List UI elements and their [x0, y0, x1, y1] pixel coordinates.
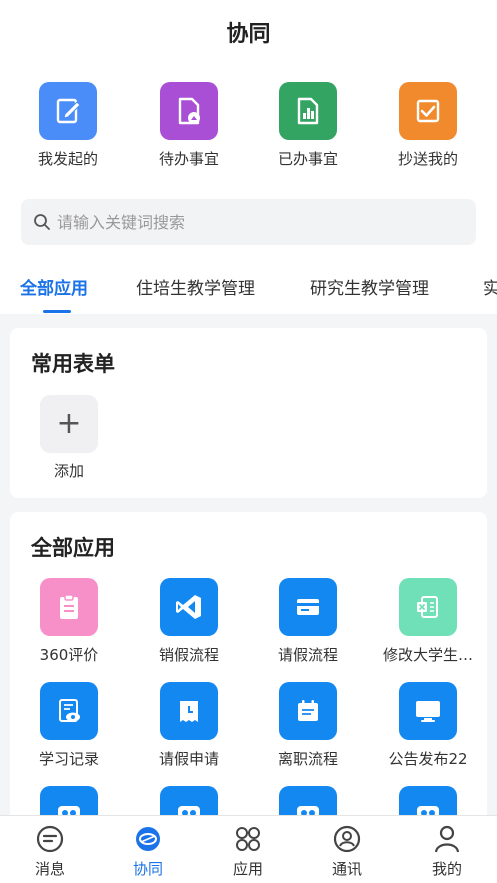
app-360-evaluation[interactable]: 360评价 [14, 578, 124, 665]
nav-profile[interactable]: 我的 [407, 824, 487, 879]
plus-icon: + [56, 406, 82, 441]
app-label: 修改大学生… [382, 646, 473, 664]
clipboard-icon [40, 578, 98, 636]
search-icon [34, 214, 50, 230]
chart-doc-icon [279, 82, 337, 140]
search-input[interactable] [57, 212, 457, 232]
monitor-icon [399, 682, 457, 740]
apps-icon [236, 827, 260, 851]
app-label: 公告发布22 [388, 750, 468, 768]
nav-label: 消息 [34, 860, 65, 878]
message-icon [36, 825, 64, 853]
nav-label: 我的 [431, 860, 462, 878]
vscode-icon [160, 578, 218, 636]
notepad-icon [279, 682, 337, 740]
page-title: 协同 [226, 22, 271, 47]
app-study-record[interactable]: 学习记录 [14, 682, 124, 769]
section-title: 全部应用 [31, 536, 115, 560]
quick-label: 抄送我的 [397, 150, 458, 168]
collaborate-icon [136, 827, 160, 851]
nav-label: 协同 [132, 860, 163, 878]
search-bar[interactable] [21, 199, 476, 245]
add-form-button[interactable]: + [40, 395, 98, 453]
app-leave-cancel-flow[interactable]: 销假流程 [134, 578, 244, 665]
calendar-icon [160, 682, 218, 740]
tab-resident-training[interactable]: 住培生教学管理 [136, 274, 255, 299]
pending-doc-icon [160, 82, 218, 140]
section-title: 常用表单 [31, 352, 115, 376]
card-icon [279, 578, 337, 636]
quick-label: 已办事宜 [277, 150, 338, 168]
bottom-nav: 消息 协同 应用 通讯 我的 [0, 815, 497, 883]
check-box-icon [399, 82, 457, 140]
nav-label: 应用 [232, 860, 263, 878]
category-tabs: 全部应用 住培生教学管理 研究生教学管理 实 [0, 268, 497, 314]
top-area: 协同 我发起的 待办事宜 已办事宜 抄送我的 请输入关键词搜索 全部应用 住培生… [0, 0, 497, 314]
app-leave-request[interactable]: 请假申请 [134, 682, 244, 769]
nav-apps[interactable]: 应用 [208, 824, 288, 879]
edit-doc-icon [39, 82, 97, 140]
app-resignation-flow[interactable]: 离职流程 [253, 682, 363, 769]
contacts-icon [333, 825, 361, 853]
quick-cc-me[interactable]: 抄送我的 [373, 82, 483, 169]
app-label: 360评价 [39, 646, 99, 664]
tab-graduate-teaching[interactable]: 研究生教学管理 [310, 274, 429, 299]
transfer-doc-icon [399, 578, 457, 636]
quick-label: 我发起的 [37, 150, 98, 168]
app-label: 请假流程 [277, 646, 338, 664]
nav-contacts[interactable]: 通讯 [307, 824, 387, 879]
tab-all-apps[interactable]: 全部应用 [20, 274, 88, 299]
common-forms-card: 常用表单 + 添加 [10, 328, 487, 498]
nav-messages[interactable]: 消息 [10, 824, 90, 879]
quick-pending[interactable]: 待办事宜 [134, 82, 244, 169]
app-leave-flow[interactable]: 请假流程 [253, 578, 363, 665]
app-label: 离职流程 [277, 750, 338, 768]
app-label: 学习记录 [38, 750, 99, 768]
quick-actions: 我发起的 待办事宜 已办事宜 抄送我的 [0, 82, 497, 172]
tab-more[interactable]: 实 [483, 274, 497, 299]
app-label: 请假申请 [158, 750, 219, 768]
quick-label: 待办事宜 [158, 150, 219, 168]
app-modify-student[interactable]: 修改大学生… [373, 578, 483, 665]
active-tab-indicator [43, 310, 71, 313]
quick-done[interactable]: 已办事宜 [253, 82, 363, 169]
nav-collaborate[interactable]: 协同 [108, 824, 188, 879]
add-form-label: 添加 [53, 462, 84, 480]
nav-label: 通讯 [331, 860, 362, 878]
app-label: 销假流程 [158, 646, 219, 664]
profile-icon [434, 825, 460, 853]
app-announcement-22[interactable]: 公告发布22 [373, 682, 483, 769]
eye-doc-icon [40, 682, 98, 740]
quick-my-initiated[interactable]: 我发起的 [13, 82, 123, 169]
all-apps-card: 全部应用 360评价 销假流程 请假流程 修改大学生… 学习记录 请假申请 离职… [10, 512, 487, 844]
